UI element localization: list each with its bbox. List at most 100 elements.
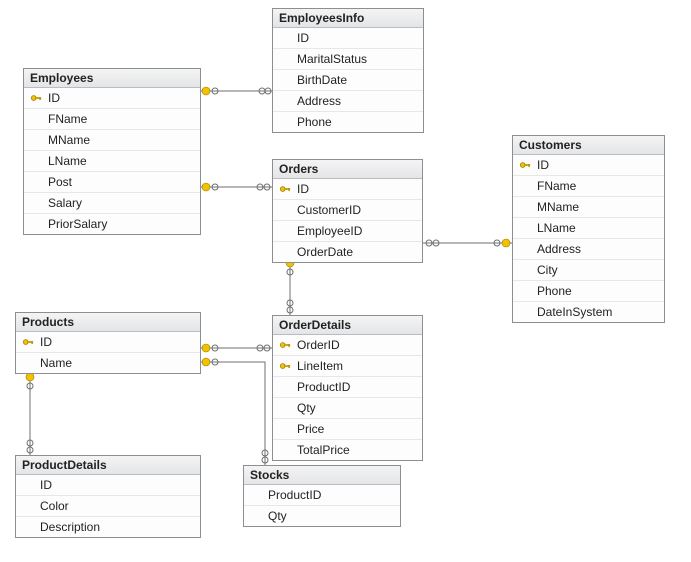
entity-fields: ID Name <box>16 332 200 373</box>
field-row[interactable]: City <box>513 260 664 281</box>
field-row[interactable]: ID <box>273 28 423 49</box>
field-name: Salary <box>44 196 82 210</box>
field-row[interactable]: FName <box>513 176 664 197</box>
field-row[interactable]: FName <box>24 109 200 130</box>
entity-fields: OrderID LineItem ProductID Qty Price TotalPri… <box>273 335 422 460</box>
entity-title[interactable]: ProductDetails <box>16 456 200 475</box>
field-row[interactable]: Description <box>16 517 200 537</box>
entity-products[interactable]: Products ID Name <box>15 312 201 374</box>
field-row[interactable]: Name <box>16 353 200 373</box>
field-row[interactable]: LName <box>24 151 200 172</box>
field-row[interactable]: Qty <box>273 398 422 419</box>
field-name: City <box>533 263 558 277</box>
entity-stocks[interactable]: Stocks ProductID Qty <box>243 465 401 527</box>
field-name: ProductID <box>293 380 350 394</box>
entity-title[interactable]: OrderDetails <box>273 316 422 335</box>
field-row[interactable]: LineItem <box>273 356 422 377</box>
field-row[interactable]: TotalPrice <box>273 440 422 460</box>
field-name: Post <box>44 175 72 189</box>
field-row[interactable]: ID <box>273 179 422 200</box>
field-name: OrderID <box>293 338 340 352</box>
diagram-canvas: Employees ID FName MName LName Post Salary Pri… <box>0 0 691 562</box>
field-row[interactable]: MName <box>24 130 200 151</box>
entity-title[interactable]: Products <box>16 313 200 332</box>
key-icon <box>277 339 293 351</box>
key-icon <box>28 92 44 104</box>
field-row[interactable]: PriorSalary <box>24 214 200 234</box>
field-name: ID <box>293 182 309 196</box>
field-row[interactable]: MaritalStatus <box>273 49 423 70</box>
entity-fields: ID FName MName LName Post Salary PriorSalary <box>24 88 200 234</box>
field-row[interactable]: ID <box>24 88 200 109</box>
field-name: Qty <box>293 401 316 415</box>
field-name: ID <box>293 31 309 45</box>
entity-title[interactable]: Stocks <box>244 466 400 485</box>
field-row[interactable]: Phone <box>273 112 423 132</box>
field-row[interactable]: Address <box>273 91 423 112</box>
rel-employees-orders <box>201 183 272 191</box>
entity-fields: ID Color Description <box>16 475 200 537</box>
field-name: DateInSystem <box>533 305 612 319</box>
field-row[interactable]: ID <box>16 475 200 496</box>
field-name: ProductID <box>264 488 321 502</box>
rel-orders-customers <box>423 239 512 247</box>
field-name: MName <box>533 200 579 214</box>
field-row[interactable]: Qty <box>244 506 400 526</box>
field-row[interactable]: MName <box>513 197 664 218</box>
key-icon <box>20 336 36 348</box>
entity-employees[interactable]: Employees ID FName MName LName Post Salary Pri… <box>23 68 201 235</box>
field-name: Phone <box>293 115 332 129</box>
field-row[interactable]: ID <box>513 155 664 176</box>
field-name: TotalPrice <box>293 443 350 457</box>
rel-products-orderdetails <box>201 344 272 352</box>
key-icon <box>517 159 533 171</box>
field-row[interactable]: OrderDate <box>273 242 422 262</box>
field-name: LineItem <box>293 359 343 373</box>
field-name: FName <box>44 112 87 126</box>
field-row[interactable]: Post <box>24 172 200 193</box>
field-row[interactable]: ProductID <box>244 485 400 506</box>
field-name: MaritalStatus <box>293 52 367 66</box>
field-row[interactable]: BirthDate <box>273 70 423 91</box>
entity-title[interactable]: Customers <box>513 136 664 155</box>
entity-title[interactable]: Orders <box>273 160 422 179</box>
entity-customers[interactable]: Customers ID FName MName LName Address City Ph… <box>512 135 665 323</box>
field-row[interactable]: LName <box>513 218 664 239</box>
field-name: Qty <box>264 509 287 523</box>
field-row[interactable]: OrderID <box>273 335 422 356</box>
field-name: EmployeeID <box>293 224 362 238</box>
key-icon <box>277 183 293 195</box>
field-row[interactable]: Color <box>16 496 200 517</box>
field-row[interactable]: ID <box>16 332 200 353</box>
field-name: LName <box>533 221 576 235</box>
field-row[interactable]: ProductID <box>273 377 422 398</box>
field-name: Description <box>36 520 100 534</box>
field-name: ID <box>533 158 549 172</box>
rel-products-stocks <box>201 358 268 465</box>
entity-productdetails[interactable]: ProductDetails ID Color Description <box>15 455 201 538</box>
entity-fields: ID CustomerID EmployeeID OrderDate <box>273 179 422 262</box>
entity-title[interactable]: Employees <box>24 69 200 88</box>
rel-employees-employeesinfo <box>201 87 272 95</box>
field-name: BirthDate <box>293 73 347 87</box>
entity-orderdetails[interactable]: OrderDetails OrderID LineItem ProductID Qty… <box>272 315 423 461</box>
field-row[interactable]: Address <box>513 239 664 260</box>
field-name: Name <box>36 356 72 370</box>
field-row[interactable]: Price <box>273 419 422 440</box>
field-name: MName <box>44 133 90 147</box>
field-row[interactable]: Salary <box>24 193 200 214</box>
entity-title[interactable]: EmployeesInfo <box>273 9 423 28</box>
field-row[interactable]: CustomerID <box>273 200 422 221</box>
field-row[interactable]: EmployeeID <box>273 221 422 242</box>
field-row[interactable]: Phone <box>513 281 664 302</box>
field-row[interactable]: DateInSystem <box>513 302 664 322</box>
rel-orders-orderdetails <box>286 258 294 315</box>
entity-fields: ID FName MName LName Address City Phone DateInS… <box>513 155 664 322</box>
field-name: Phone <box>533 284 572 298</box>
entity-orders[interactable]: Orders ID CustomerID EmployeeID OrderDate <box>272 159 423 263</box>
field-name: ID <box>36 335 52 349</box>
field-name: ID <box>36 478 52 492</box>
field-name: Address <box>293 94 341 108</box>
field-name: OrderDate <box>293 245 353 259</box>
entity-employeesinfo[interactable]: EmployeesInfo ID MaritalStatus BirthDate Ad… <box>272 8 424 133</box>
